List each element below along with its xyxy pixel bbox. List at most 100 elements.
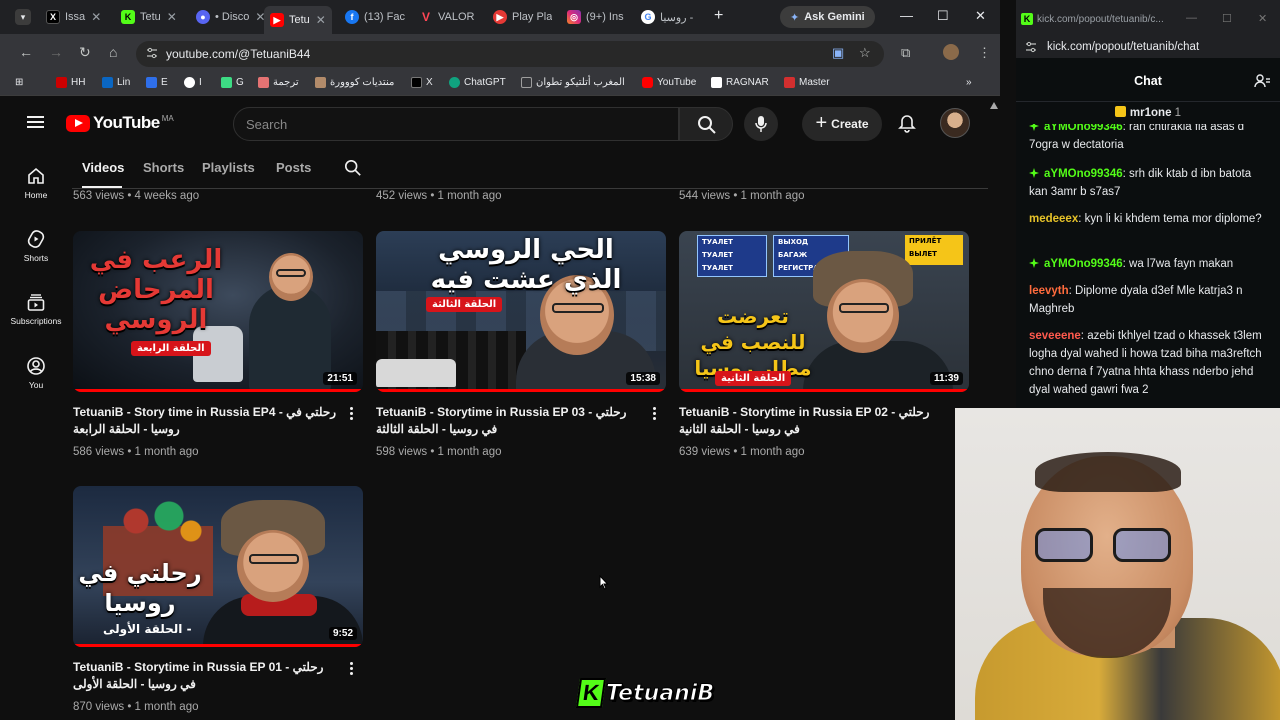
chat-username[interactable]: leevyth [1029, 285, 1069, 297]
close-icon[interactable]: ✕ [316, 13, 326, 27]
bookmark-item[interactable]: Lin [102, 77, 130, 88]
stream-watermark: K TetuaniB [575, 676, 715, 710]
video-title[interactable]: TetuaniB - Storytime in Russia EP 03 - ر… [376, 404, 644, 438]
search-button[interactable] [679, 107, 733, 141]
menu-icon[interactable] [27, 116, 44, 128]
search-input[interactable]: Search [233, 107, 679, 141]
apps-icon[interactable]: ⊞ [15, 77, 23, 88]
scroll-up-icon[interactable] [990, 102, 998, 109]
minimize-icon[interactable]: — [1186, 12, 1197, 24]
more-actions-icon[interactable] [648, 407, 660, 423]
video-thumbnail[interactable]: ТУАЛЕТ ТУАЛЕТ ТУАЛЕТ ВЫХОД БАГАЖ РЕГИСТР… [679, 231, 969, 392]
close-icon[interactable]: ✕ [167, 10, 177, 24]
browser-tab[interactable]: X Issa ✕ [46, 6, 101, 28]
kick-url-bar: kick.com/popout/tetuanib/chat [1016, 38, 1280, 58]
video-title[interactable]: TetuaniB - Storytime in Russia EP 01 - ر… [73, 659, 341, 693]
close-window-icon[interactable]: ✕ [975, 8, 986, 24]
account-avatar[interactable] [940, 108, 970, 138]
more-actions-icon[interactable] [345, 662, 357, 678]
tab-shorts[interactable]: Shorts [143, 160, 184, 175]
back-icon[interactable]: ← [19, 44, 33, 60]
site-settings-icon[interactable] [1025, 41, 1037, 53]
duration-badge: 15:38 [626, 372, 660, 385]
bookmark-item[interactable]: I [184, 77, 202, 88]
notifications-icon[interactable] [897, 114, 917, 134]
bookmark-item[interactable]: منتديات كووورة [315, 77, 394, 88]
sidebar-item-shorts[interactable]: Shorts [0, 229, 72, 263]
tab-search-icon[interactable]: ▾ [15, 9, 31, 25]
bookmark-star-icon[interactable]: ☆ [859, 45, 871, 61]
video-card[interactable]: الرعب في المرحاض الروسي الحلقة الرابعة 2… [73, 231, 363, 458]
bookmark-label: X [426, 77, 433, 88]
bookmark-item[interactable]: ChatGPT [449, 77, 506, 88]
more-bookmarks-icon[interactable]: » [966, 77, 972, 88]
video-card[interactable]: ТУАЛЕТ ТУАЛЕТ ТУАЛЕТ ВЫХОД БАГАЖ РЕГИСТР… [679, 231, 969, 458]
cast-icon[interactable]: ▣ [832, 45, 844, 61]
bookmark-item[interactable]: YouTube [642, 77, 696, 88]
browser-tab[interactable]: ◎ (9+) Ins [567, 6, 624, 28]
bookmark-item[interactable]: ترجمة [258, 77, 299, 88]
chat-username[interactable]: aYMOno99346 [1044, 258, 1123, 270]
glasses-shape [276, 269, 306, 277]
video-thumbnail[interactable]: رحلتي في روسيا - الحلقة الأولى 9:52 [73, 486, 363, 647]
video-thumbnail[interactable]: الرعب في المرحاض الروسي الحلقة الرابعة 2… [73, 231, 363, 392]
new-tab-icon[interactable]: + [714, 7, 723, 25]
video-card[interactable]: الحي الروسي الذي عشت فيه الحلقة الثالثة … [376, 231, 666, 458]
home-icon[interactable]: ⌂ [109, 44, 117, 60]
tab-videos[interactable]: Videos [82, 160, 124, 175]
voice-search-button[interactable] [744, 107, 778, 141]
close-icon[interactable]: ✕ [91, 10, 101, 24]
video-title[interactable]: TetuaniB - Story time in Russia EP4 - رح… [73, 404, 341, 438]
chatters-icon[interactable] [1254, 74, 1270, 88]
create-button[interactable]: + Create [802, 107, 882, 141]
sidebar-label: Home [24, 190, 48, 200]
menu-kebab-icon[interactable]: ⋮ [978, 45, 991, 61]
chat-username[interactable]: medeeex [1029, 213, 1078, 225]
bookmark-item[interactable]: G [221, 77, 244, 88]
more-actions-icon[interactable] [345, 407, 357, 423]
close-window-icon[interactable]: ✕ [1258, 12, 1267, 25]
sign-text: ТУАЛЕТ [702, 238, 733, 246]
chat-username[interactable]: seveeene [1029, 330, 1081, 342]
youtube-logo[interactable]: YouTube MA [66, 113, 174, 133]
maximize-icon[interactable]: ☐ [937, 8, 949, 24]
chat-username[interactable]: aYMOno99346 [1044, 168, 1123, 180]
browser-tab[interactable]: ● • Disco ✕ [196, 6, 265, 28]
tab-posts[interactable]: Posts [276, 160, 311, 175]
channel-search-icon[interactable] [344, 159, 362, 177]
bookmark-item[interactable]: Master [784, 77, 830, 88]
video-title[interactable]: TetuaniB - Storytime in Russia EP 02 - ر… [679, 404, 947, 438]
browser-tab[interactable]: G روسيا - [641, 6, 693, 28]
browser-tab[interactable]: f (13) Fac [345, 6, 405, 28]
sidebar-item-you[interactable]: You [0, 356, 72, 390]
minimize-icon[interactable]: — [900, 8, 913, 23]
reload-icon[interactable]: ↻ [79, 44, 91, 61]
browser-tab[interactable]: ▶ Play Pla [493, 6, 552, 28]
site-settings-icon[interactable] [146, 47, 158, 59]
bookmark-folder[interactable]: المغرب أتلتيكو تطوان [521, 77, 625, 88]
maximize-icon[interactable]: ☐ [1222, 12, 1232, 25]
sidebar-item-subscriptions[interactable]: Subscriptions [0, 292, 72, 326]
bookmark-item[interactable]: X [411, 77, 433, 88]
forward-icon[interactable]: → [49, 44, 63, 60]
chat-message: aYMOno99346: srh dik ktab d ibn batota k… [1029, 168, 1252, 198]
bookmark-item[interactable]: HH [56, 77, 85, 88]
extensions-icon[interactable]: ⧉ [901, 45, 910, 61]
profile-avatar[interactable] [943, 44, 959, 60]
browser-tab[interactable]: K Tetu ✕ [121, 6, 177, 28]
browser-tab-active[interactable]: ▶ Tetu ✕ [264, 6, 332, 34]
chat-username[interactable]: aYMOno99346 [1044, 124, 1123, 133]
bookmark-label: Master [799, 77, 830, 88]
ask-gemini-button[interactable]: ✦ Ask Gemini [780, 6, 875, 28]
tab-playlists[interactable]: Playlists [202, 160, 255, 175]
url-field[interactable]: youtube.com/@TetuaniB44 [136, 41, 884, 67]
video-card[interactable]: رحلتي في روسيا - الحلقة الأولى 9:52 Tetu… [73, 486, 363, 713]
sidebar-item-home[interactable]: Home [0, 166, 72, 200]
video-thumbnail[interactable]: الحي الروسي الذي عشت فيه الحلقة الثالثة … [376, 231, 666, 392]
bookmark-item[interactable]: RAGNAR [711, 77, 769, 88]
browser-tab[interactable]: V VALOR [419, 6, 475, 28]
bookmark-item[interactable]: E [146, 77, 168, 88]
video-meta: 544 views • 1 month ago [679, 190, 805, 202]
kick-window-title: kick.com/popout/tetuanib/c... [1037, 14, 1164, 25]
subscriber-badge-icon [1029, 258, 1039, 268]
